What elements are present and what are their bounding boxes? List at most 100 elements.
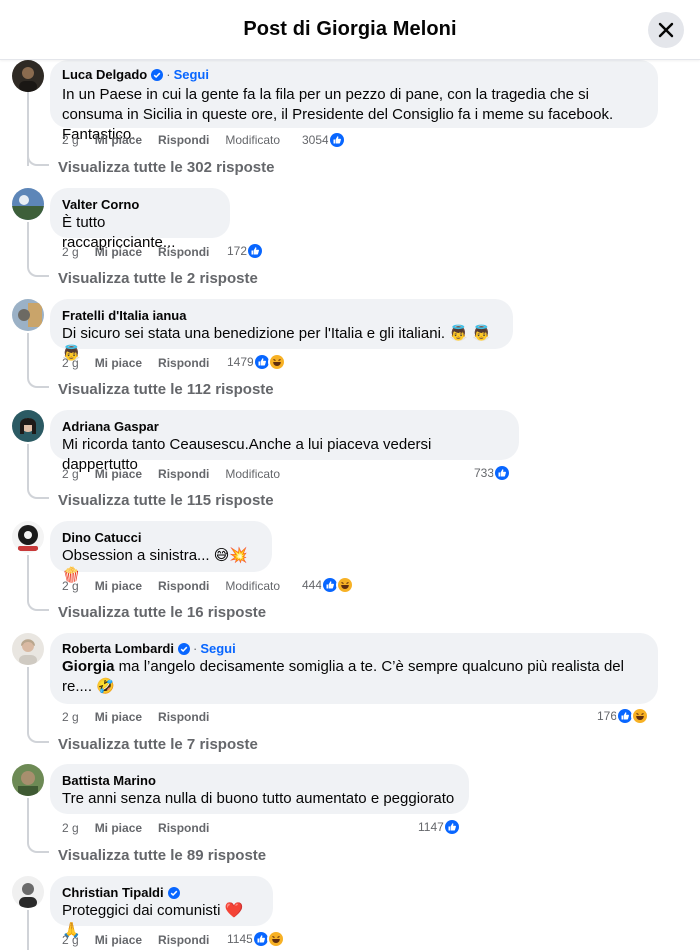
view-replies-link[interactable]: Visualizza tutte le 89 risposte <box>58 847 266 864</box>
reply-button[interactable]: Rispondi <box>158 133 209 147</box>
like-reaction-icon <box>246 242 265 260</box>
avatar[interactable] <box>12 764 44 796</box>
reaction-summary[interactable]: 172 <box>227 241 265 261</box>
view-replies-link[interactable]: Visualizza tutte le 112 risposte <box>58 381 274 398</box>
comment-author[interactable]: Valter Corno <box>62 197 139 212</box>
comment-bubble: Fratelli d'Italia ianua Di sicuro sei st… <box>50 299 513 362</box>
avatar[interactable] <box>12 633 44 665</box>
avatar[interactable] <box>12 299 44 331</box>
reaction-count: 3054 <box>302 133 329 147</box>
comment-actions: 2 g Mi piace Rispondi <box>62 932 225 948</box>
comment-actions: 2 g Mi piace Rispondi Modificato <box>62 132 296 148</box>
comment-author[interactable]: Luca Delgado <box>62 67 147 82</box>
comment-bubble: Battista Marino Tre anni senza nulla di … <box>50 764 469 814</box>
comment-timestamp[interactable]: 2 g <box>62 133 79 147</box>
close-icon <box>658 22 674 38</box>
comment-actions: 2 g Mi piace Rispondi <box>62 820 225 836</box>
view-replies-link[interactable]: Visualizza tutte le 302 risposte <box>58 159 274 176</box>
comment-author[interactable]: Adriana Gaspar <box>62 419 159 434</box>
view-replies-link[interactable]: Visualizza tutte le 2 risposte <box>58 270 258 287</box>
reaction-summary[interactable]: 1145 <box>227 929 285 949</box>
comment-timestamp[interactable]: 2 g <box>62 467 79 481</box>
edited-label: Modificato <box>225 133 281 147</box>
comment-author[interactable]: Roberta Lombardi <box>62 641 174 656</box>
reaction-summary[interactable]: 176 <box>597 706 650 726</box>
like-reaction-icon <box>493 464 512 482</box>
comment-timestamp[interactable]: 2 g <box>62 245 79 259</box>
like-reaction-icon <box>442 818 461 836</box>
comment-author[interactable]: Dino Catucci <box>62 530 141 545</box>
reaction-count: 1145 <box>227 932 253 946</box>
reaction-count: 444 <box>302 578 323 592</box>
reply-button[interactable]: Rispondi <box>158 933 209 947</box>
haha-reaction-icon <box>267 353 286 371</box>
reaction-count: 172 <box>227 244 248 258</box>
like-button[interactable]: Mi piace <box>95 467 142 481</box>
comment-author[interactable]: Christian Tipaldi <box>62 885 164 900</box>
verified-badge-icon <box>151 68 164 81</box>
edited-label: Modificato <box>225 579 281 593</box>
comment-author[interactable]: Battista Marino <box>62 773 156 788</box>
verified-badge-icon <box>167 886 180 899</box>
like-reaction-icon <box>327 131 346 149</box>
comment-timestamp[interactable]: 2 g <box>62 356 79 370</box>
avatar[interactable] <box>12 876 44 908</box>
like-button[interactable]: Mi piace <box>95 710 142 724</box>
comment-text: Giorgia ma l’angelo decisamente somiglia… <box>62 658 624 695</box>
reaction-count: 1147 <box>418 820 444 834</box>
comment-bubble: Dino Catucci Obsession a sinistra... 😅💥🍿 <box>50 521 272 584</box>
avatar[interactable] <box>12 410 44 442</box>
view-replies-link[interactable]: Visualizza tutte le 115 risposte <box>58 492 274 509</box>
view-replies-link[interactable]: Visualizza tutte le 7 risposte <box>58 736 258 753</box>
reaction-summary[interactable]: 3054 <box>302 130 346 150</box>
like-button[interactable]: Mi piace <box>95 133 142 147</box>
like-button[interactable]: Mi piace <box>95 356 142 370</box>
reply-button[interactable]: Rispondi <box>158 821 209 835</box>
reaction-summary[interactable]: 733 <box>474 463 512 483</box>
dialog-title: Post di Giorgia Meloni <box>243 18 457 40</box>
verified-badge-icon <box>177 642 190 655</box>
dialog-header: Post di Giorgia Meloni <box>0 0 700 60</box>
comment-actions: 2 g Mi piace Rispondi <box>62 355 225 371</box>
comment-timestamp[interactable]: 2 g <box>62 933 79 947</box>
reply-button[interactable]: Rispondi <box>158 245 209 259</box>
reaction-summary[interactable]: 444 <box>302 575 355 595</box>
edited-label: Modificato <box>225 467 281 481</box>
reaction-summary[interactable]: 1147 <box>418 817 461 837</box>
comment-author[interactable]: Fratelli d'Italia ianua <box>62 308 186 323</box>
view-replies-link[interactable]: Visualizza tutte le 16 risposte <box>58 604 266 621</box>
reply-button[interactable]: Rispondi <box>158 710 209 724</box>
comment-actions: 2 g Mi piace Rispondi Modificato <box>62 466 296 482</box>
haha-reaction-icon <box>631 707 650 725</box>
like-button[interactable]: Mi piace <box>95 821 142 835</box>
follow-button[interactable]: Segui <box>200 641 235 656</box>
comment-bubble: Adriana Gaspar Mi ricorda tanto Ceausesc… <box>50 410 519 473</box>
comment-bubble: Luca Delgado · Segui In un Paese in cui … <box>50 60 658 143</box>
reaction-count: 176 <box>597 709 618 723</box>
like-button[interactable]: Mi piace <box>95 933 142 947</box>
comment-timestamp[interactable]: 2 g <box>62 579 79 593</box>
reply-button[interactable]: Rispondi <box>158 467 209 481</box>
like-button[interactable]: Mi piace <box>95 579 142 593</box>
avatar[interactable] <box>12 188 44 220</box>
haha-reaction-icon <box>336 576 355 594</box>
like-button[interactable]: Mi piace <box>95 245 142 259</box>
close-button[interactable] <box>648 12 684 48</box>
mention-tag[interactable]: Giorgia <box>62 658 115 675</box>
comment-bubble: Christian Tipaldi Proteggici dai comunis… <box>50 876 273 939</box>
comment-timestamp[interactable]: 2 g <box>62 821 79 835</box>
reply-button[interactable]: Rispondi <box>158 579 209 593</box>
reply-button[interactable]: Rispondi <box>158 356 209 370</box>
avatar[interactable] <box>12 60 44 92</box>
follow-button[interactable]: Segui <box>174 67 209 82</box>
comment-bubble: Roberta Lombardi · Segui Giorgia ma l’an… <box>50 633 658 704</box>
comment-bubble: Valter Corno È tutto raccapricciante... <box>50 188 230 251</box>
avatar[interactable] <box>12 521 44 553</box>
comment-text: Tre anni senza nulla di buono tutto aume… <box>62 790 455 807</box>
comment-actions: 2 g Mi piace Rispondi <box>62 709 225 725</box>
comment-actions: 2 g Mi piace Rispondi Modificato <box>62 578 296 594</box>
reaction-count: 1479 <box>227 355 254 369</box>
reaction-summary[interactable]: 1479 <box>227 352 286 372</box>
comment-timestamp[interactable]: 2 g <box>62 710 79 724</box>
haha-reaction-icon <box>266 930 285 948</box>
